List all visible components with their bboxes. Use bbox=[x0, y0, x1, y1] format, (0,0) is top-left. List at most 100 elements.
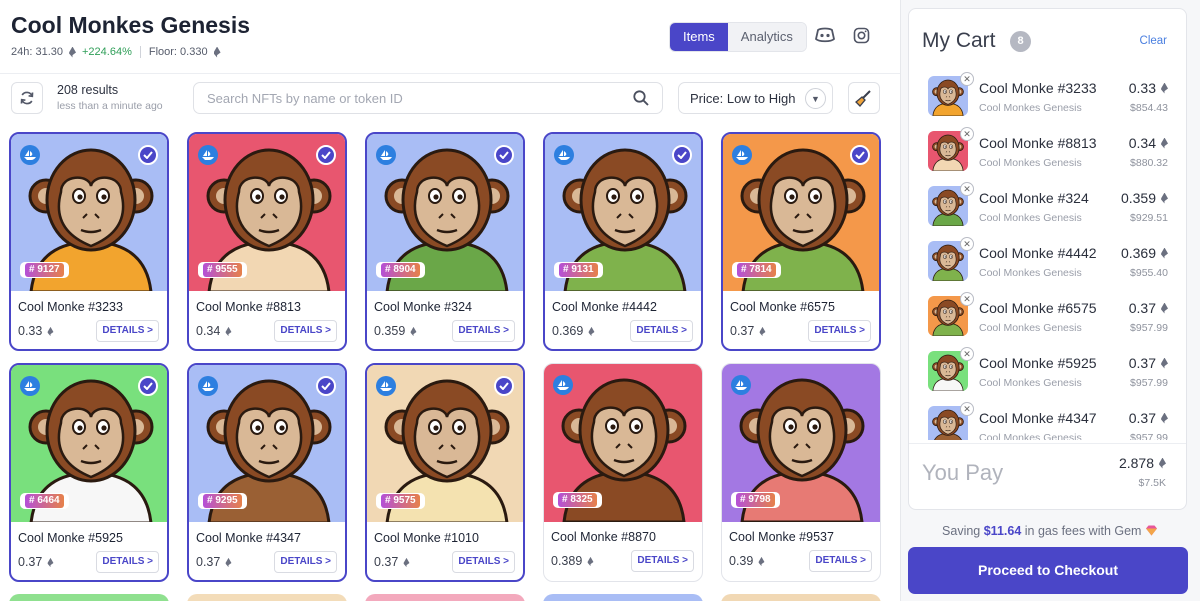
nft-name: Cool Monke #6575 bbox=[730, 300, 835, 314]
nft-card[interactable]: # 9555 Cool Monke #8813 0.34 DETAILS > bbox=[187, 132, 347, 351]
cart-item-usd: $880.32 bbox=[1130, 157, 1168, 169]
nft-card[interactable] bbox=[9, 594, 169, 601]
details-button[interactable]: DETAILS > bbox=[274, 551, 337, 573]
token-id: # 8904 bbox=[381, 263, 420, 277]
cart-item-name: Cool Monke #4442 bbox=[979, 245, 1097, 261]
token-id-badge: # 9131 bbox=[554, 262, 603, 278]
cart-item-collection: Cool Monkes Genesis bbox=[979, 157, 1082, 169]
sort-value: Price: Low to High bbox=[690, 90, 796, 106]
nft-price: 0.33 bbox=[18, 324, 54, 338]
cart-item-collection: Cool Monkes Genesis bbox=[979, 267, 1082, 279]
tab-items[interactable]: Items bbox=[670, 23, 728, 51]
nft-card[interactable] bbox=[721, 594, 881, 601]
total-usd: $7.5K bbox=[1138, 477, 1166, 489]
saving-prefix: Saving bbox=[942, 524, 984, 538]
nft-price: 0.37 bbox=[196, 555, 232, 569]
cart-panel: My Cart 8 Clear ✕ Cool Monke #3233 Cool … bbox=[908, 8, 1187, 510]
details-button[interactable]: DETAILS > bbox=[274, 320, 337, 342]
cart-item: ✕ Cool Monke #4347 Cool Monkes Genesis 0… bbox=[909, 401, 1186, 440]
remove-item-button[interactable]: ✕ bbox=[960, 182, 974, 196]
token-id: # 9127 bbox=[25, 263, 64, 277]
eth-icon bbox=[760, 326, 766, 335]
search-input[interactable] bbox=[194, 83, 614, 113]
cart-item-collection: Cool Monkes Genesis bbox=[979, 102, 1082, 114]
token-id-badge: # 9798 bbox=[731, 492, 780, 508]
cart-clear-button[interactable]: Clear bbox=[1140, 35, 1167, 47]
details-button[interactable]: DETAILS > bbox=[630, 320, 693, 342]
remove-item-button[interactable]: ✕ bbox=[960, 237, 974, 251]
selected-check-icon[interactable] bbox=[138, 145, 158, 165]
remove-item-button[interactable]: ✕ bbox=[960, 402, 974, 416]
nft-name: Cool Monke #4347 bbox=[196, 531, 301, 545]
nft-name: Cool Monke #8813 bbox=[196, 300, 301, 314]
details-button[interactable]: DETAILS > bbox=[809, 550, 872, 572]
selected-check-icon[interactable] bbox=[672, 145, 692, 165]
nft-card[interactable] bbox=[187, 594, 347, 601]
nft-card[interactable]: # 9295 Cool Monke #4347 0.37 DETAILS > bbox=[187, 363, 347, 582]
remove-item-button[interactable]: ✕ bbox=[960, 347, 974, 361]
refresh-button[interactable] bbox=[11, 82, 43, 114]
details-button[interactable]: DETAILS > bbox=[808, 320, 871, 342]
cart-item-price: 0.37 bbox=[1129, 300, 1168, 316]
sort-select[interactable]: Price: Low to High ▼ bbox=[678, 82, 833, 114]
nft-name: Cool Monke #4442 bbox=[552, 300, 657, 314]
cart-item-name: Cool Monke #324 bbox=[979, 190, 1089, 206]
eth-icon bbox=[1161, 358, 1168, 369]
tab-analytics[interactable]: Analytics bbox=[727, 23, 806, 51]
cart-item-usd: $957.99 bbox=[1130, 432, 1168, 440]
cart-item-price: 0.33 bbox=[1129, 80, 1168, 96]
nft-price-value: 0.359 bbox=[374, 324, 406, 338]
nft-card[interactable]: # 8325 Cool Monke #8870 0.389 DETAILS > bbox=[543, 363, 703, 582]
nft-card[interactable]: # 6464 Cool Monke #5925 0.37 DETAILS > bbox=[9, 363, 169, 582]
nft-card[interactable] bbox=[543, 594, 703, 601]
cart-item-price-value: 0.369 bbox=[1120, 245, 1156, 261]
eth-icon bbox=[1159, 458, 1166, 469]
search-box bbox=[193, 82, 663, 114]
nft-card[interactable]: # 9575 Cool Monke #1010 0.37 DETAILS > bbox=[365, 363, 525, 582]
remove-item-button[interactable]: ✕ bbox=[960, 127, 974, 141]
details-button[interactable]: DETAILS > bbox=[452, 320, 515, 342]
nft-card[interactable]: # 9131 Cool Monke #4442 0.369 DETAILS > bbox=[543, 132, 703, 351]
nft-card[interactable] bbox=[365, 594, 525, 601]
discord-icon[interactable] bbox=[815, 27, 835, 48]
details-button[interactable]: DETAILS > bbox=[96, 320, 159, 342]
remove-item-button[interactable]: ✕ bbox=[960, 72, 974, 86]
token-id: # 9295 bbox=[203, 494, 242, 508]
nft-price-value: 0.34 bbox=[196, 324, 221, 338]
remove-item-button[interactable]: ✕ bbox=[960, 292, 974, 306]
search-icon[interactable] bbox=[632, 89, 650, 107]
eth-icon bbox=[411, 326, 417, 335]
selected-check-icon[interactable] bbox=[850, 145, 870, 165]
floor-price: Floor: 0.330 bbox=[148, 46, 208, 58]
cart-item: ✕ Cool Monke #5925 Cool Monkes Genesis 0… bbox=[909, 346, 1186, 401]
cart-count-badge: 8 bbox=[1010, 31, 1031, 52]
token-id: # 9798 bbox=[736, 493, 775, 507]
details-button[interactable]: DETAILS > bbox=[631, 550, 694, 572]
token-id: # 9555 bbox=[203, 263, 242, 277]
selected-check-icon[interactable] bbox=[494, 376, 514, 396]
token-id-badge: # 9555 bbox=[198, 262, 247, 278]
eth-icon bbox=[588, 556, 594, 565]
volume-change: +224.64% bbox=[82, 46, 132, 58]
nft-card[interactable]: # 9798 Cool Monke #9537 0.39 DETAILS > bbox=[721, 363, 881, 582]
sweep-button[interactable] bbox=[848, 82, 880, 114]
selected-check-icon[interactable] bbox=[316, 145, 336, 165]
details-button[interactable]: DETAILS > bbox=[96, 551, 159, 573]
cart-item-list[interactable]: ✕ Cool Monke #3233 Cool Monkes Genesis 0… bbox=[909, 71, 1186, 440]
opensea-icon bbox=[20, 376, 40, 396]
nft-card[interactable]: # 8904 Cool Monke #324 0.359 DETAILS > bbox=[365, 132, 525, 351]
saving-suffix: in gas fees with Gem bbox=[1021, 524, 1142, 538]
nft-price: 0.37 bbox=[730, 324, 766, 338]
details-button[interactable]: DETAILS > bbox=[452, 551, 515, 573]
checkout-button[interactable]: Proceed to Checkout bbox=[908, 547, 1188, 594]
selected-check-icon[interactable] bbox=[138, 376, 158, 396]
nft-card[interactable]: # 7814 Cool Monke #6575 0.37 DETAILS > bbox=[721, 132, 881, 351]
opensea-icon bbox=[376, 376, 396, 396]
opensea-icon bbox=[198, 376, 218, 396]
cart-item: ✕ Cool Monke #324 Cool Monkes Genesis 0.… bbox=[909, 181, 1186, 236]
chevron-down-icon: ▼ bbox=[805, 88, 826, 109]
nft-card[interactable]: # 9127 Cool Monke #3233 0.33 DETAILS > bbox=[9, 132, 169, 351]
selected-check-icon[interactable] bbox=[494, 145, 514, 165]
instagram-icon[interactable] bbox=[853, 27, 870, 49]
selected-check-icon[interactable] bbox=[316, 376, 336, 396]
